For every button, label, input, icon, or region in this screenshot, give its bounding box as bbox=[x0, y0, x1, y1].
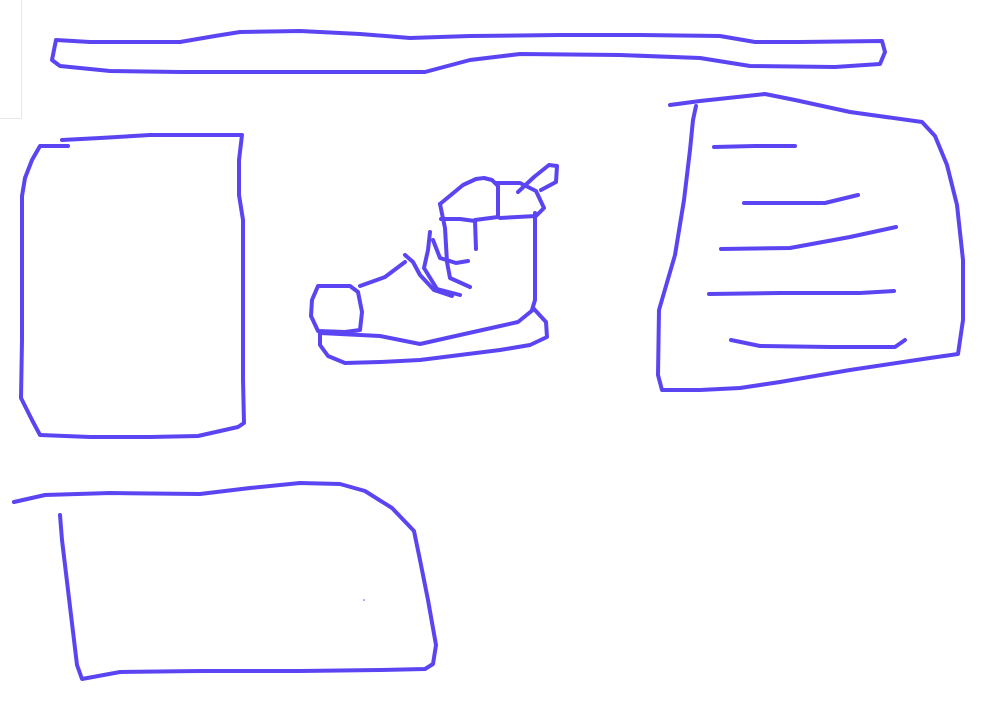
ink-dot bbox=[363, 599, 365, 601]
shoe-sketch bbox=[309, 163, 559, 365]
bottom-panel-sketch bbox=[12, 481, 438, 681]
top-bar-sketch bbox=[50, 29, 887, 74]
drawing-canvas bbox=[12, 29, 965, 681]
text-card-sketch bbox=[656, 92, 965, 392]
left-panel-sketch bbox=[19, 133, 246, 439]
